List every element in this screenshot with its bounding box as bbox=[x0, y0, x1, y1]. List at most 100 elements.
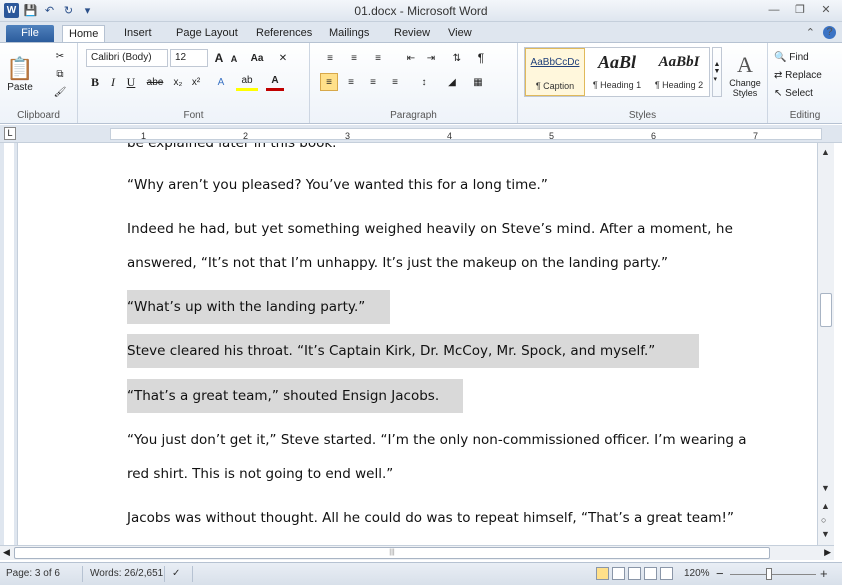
tab-home[interactable]: Home bbox=[62, 25, 106, 42]
proofing-icon[interactable]: ✓ bbox=[172, 568, 180, 579]
minimize-icon[interactable]: — bbox=[766, 3, 782, 17]
vertical-ruler-strip[interactable] bbox=[4, 143, 14, 545]
show-formatting-button[interactable]: ¶ bbox=[472, 49, 490, 67]
paragraph-highlighted[interactable]: “What’s up with the landing party.” bbox=[127, 290, 390, 324]
line-spacing-icon[interactable]: ↕ bbox=[414, 73, 434, 91]
horizontal-scroll-thumb[interactable]: ||| bbox=[14, 547, 770, 559]
tab-file[interactable]: File bbox=[6, 25, 54, 42]
paragraph-highlighted[interactable]: Steve cleared his throat. “It’s Captain … bbox=[127, 334, 699, 368]
vertical-scrollbar[interactable]: ▲ ▼ ▲ ○ ▼ bbox=[817, 143, 834, 545]
scroll-thumb[interactable] bbox=[820, 293, 832, 327]
replace-icon: ⇄ bbox=[774, 69, 783, 81]
shrink-font-button[interactable]: A bbox=[228, 51, 240, 67]
tab-selector[interactable]: L bbox=[4, 127, 16, 140]
ruler-number: 6 bbox=[651, 131, 657, 141]
scroll-right-icon[interactable]: ▶ bbox=[824, 547, 831, 558]
decrease-indent-icon[interactable]: ⇤ bbox=[402, 49, 420, 67]
title-bar: W 💾 ↶ ↻ ▾ 01.docx - Microsoft Word — ❐ ✕ bbox=[0, 0, 842, 22]
text-line: Steve cleared his throat. “It’s Captain … bbox=[127, 334, 699, 368]
align-center-icon[interactable]: ≡ bbox=[342, 73, 360, 91]
align-left-icon[interactable]: ≡ bbox=[320, 73, 338, 91]
justify-icon[interactable]: ≡ bbox=[386, 73, 404, 91]
help-icon[interactable]: ? bbox=[823, 26, 836, 39]
document-area[interactable]: be explained later in this book. “Why ar… bbox=[18, 143, 817, 545]
style-caption[interactable]: AaBbCcDc ¶ Caption bbox=[525, 48, 585, 96]
styles-gallery: AaBbCcDc ¶ Caption AaBl ¶ Heading 1 AaBb… bbox=[524, 47, 710, 97]
scroll-down-icon[interactable]: ▼ bbox=[821, 483, 830, 493]
page-indicator[interactable]: Page: 3 of 6 bbox=[6, 568, 60, 579]
paragraph[interactable]: “Why aren’t you pleased? You’ve wanted t… bbox=[127, 168, 548, 202]
find-button[interactable]: 🔍 Find bbox=[774, 49, 834, 65]
copy-icon[interactable]: ⧉ bbox=[52, 67, 68, 81]
zoom-out-button[interactable]: − bbox=[716, 566, 724, 581]
subscript-button[interactable]: x₂ bbox=[170, 73, 186, 91]
zoom-slider-track[interactable] bbox=[730, 574, 816, 575]
text-line: “That’s a great team,” shouted Ensign Ja… bbox=[127, 379, 463, 413]
tab-page-layout[interactable]: Page Layout bbox=[170, 25, 244, 42]
draft-icon[interactable] bbox=[660, 567, 673, 580]
horizontal-scrollbar[interactable]: ◀ ||| ▶ bbox=[0, 545, 834, 560]
tab-view[interactable]: View bbox=[442, 25, 478, 42]
style-heading-1[interactable]: AaBl ¶ Heading 1 bbox=[587, 48, 647, 96]
underline-button[interactable]: U bbox=[124, 73, 138, 91]
shading-icon[interactable]: ◢ bbox=[442, 73, 462, 91]
italic-button[interactable]: I bbox=[106, 73, 120, 91]
next-page-icon[interactable]: ▼ bbox=[821, 529, 830, 539]
window-title: 01.docx - Microsoft Word bbox=[354, 4, 488, 18]
zoom-level[interactable]: 120% bbox=[684, 568, 710, 579]
increase-indent-icon[interactable]: ⇥ bbox=[422, 49, 440, 67]
font-size-dropdown[interactable]: 12 bbox=[170, 49, 208, 67]
format-painter-icon[interactable]: 🖌 bbox=[52, 85, 68, 99]
tab-mailings[interactable]: Mailings bbox=[323, 25, 375, 42]
change-styles-button[interactable]: A Change Styles bbox=[726, 47, 764, 103]
paragraph[interactable]: Indeed he had, but yet something weighed… bbox=[127, 212, 733, 280]
highlight-color-icon[interactable]: ab bbox=[236, 73, 258, 91]
outline-icon[interactable] bbox=[644, 567, 657, 580]
word-count[interactable]: Words: 26/2,651 bbox=[90, 568, 163, 579]
scroll-left-icon[interactable]: ◀ bbox=[3, 547, 10, 558]
ribbon-right-controls: ⌃ ? bbox=[806, 26, 836, 39]
print-layout-icon[interactable] bbox=[596, 567, 609, 580]
paragraph-highlighted[interactable]: “That’s a great team,” shouted Ensign Ja… bbox=[127, 379, 463, 413]
full-screen-reading-icon[interactable] bbox=[612, 567, 625, 580]
minimize-ribbon-icon[interactable]: ⌃ bbox=[806, 26, 815, 39]
strikethrough-button[interactable]: abe bbox=[144, 73, 166, 91]
tab-references[interactable]: References bbox=[250, 25, 318, 42]
change-case-button[interactable]: Aa bbox=[246, 49, 268, 67]
text-effects-icon[interactable]: A bbox=[212, 73, 230, 91]
ribbon: 📋 Paste ✂ ⧉ 🖌 Clipboard Calibri (Body) 1… bbox=[0, 42, 842, 124]
ruler-strip[interactable]: 1 2 3 4 5 6 7 bbox=[110, 128, 822, 141]
font-color-icon[interactable]: A bbox=[266, 73, 284, 91]
zoom-in-button[interactable]: + bbox=[820, 566, 828, 581]
previous-page-icon[interactable]: ▲ bbox=[821, 501, 830, 511]
cut-icon[interactable]: ✂ bbox=[52, 49, 68, 63]
restore-icon[interactable]: ❐ bbox=[792, 3, 808, 17]
select-browse-object-icon[interactable]: ○ bbox=[821, 515, 826, 525]
sort-icon[interactable]: ⇅ bbox=[448, 49, 466, 67]
numbering-icon[interactable]: ≡ bbox=[344, 49, 364, 67]
close-icon[interactable]: ✕ bbox=[818, 3, 834, 17]
tab-insert[interactable]: Insert bbox=[118, 25, 158, 42]
bold-button[interactable]: B bbox=[88, 73, 102, 91]
style-heading-2[interactable]: AaBbI ¶ Heading 2 bbox=[649, 48, 709, 96]
grow-font-button[interactable]: A bbox=[212, 49, 226, 67]
font-name-dropdown[interactable]: Calibri (Body) bbox=[86, 49, 168, 67]
clear-formatting-icon[interactable]: ✕ bbox=[274, 49, 292, 67]
paragraph[interactable]: “You just don’t get it,” Steve started. … bbox=[127, 423, 747, 491]
ruler-number: 2 bbox=[243, 131, 249, 141]
replace-button[interactable]: ⇄ Replace bbox=[774, 67, 838, 83]
bullets-icon[interactable]: ≡ bbox=[320, 49, 340, 67]
text-line: “What’s up with the landing party.” bbox=[127, 290, 390, 324]
select-button[interactable]: ↖ Select bbox=[774, 85, 838, 101]
superscript-button[interactable]: x² bbox=[188, 73, 204, 91]
align-right-icon[interactable]: ≡ bbox=[364, 73, 382, 91]
paragraph[interactable]: Jacobs was without thought. All he could… bbox=[127, 501, 734, 535]
web-layout-icon[interactable] bbox=[628, 567, 641, 580]
borders-icon[interactable]: ▦ bbox=[468, 73, 488, 91]
tab-review[interactable]: Review bbox=[388, 25, 436, 42]
styles-scroll-icon[interactable]: ▲ ▼ ▾ bbox=[712, 47, 722, 97]
paste-button[interactable]: 📋 Paste bbox=[6, 49, 34, 99]
scroll-up-icon[interactable]: ▲ bbox=[821, 147, 830, 157]
zoom-slider-thumb[interactable] bbox=[766, 568, 772, 580]
multilevel-list-icon[interactable]: ≡ bbox=[368, 49, 388, 67]
